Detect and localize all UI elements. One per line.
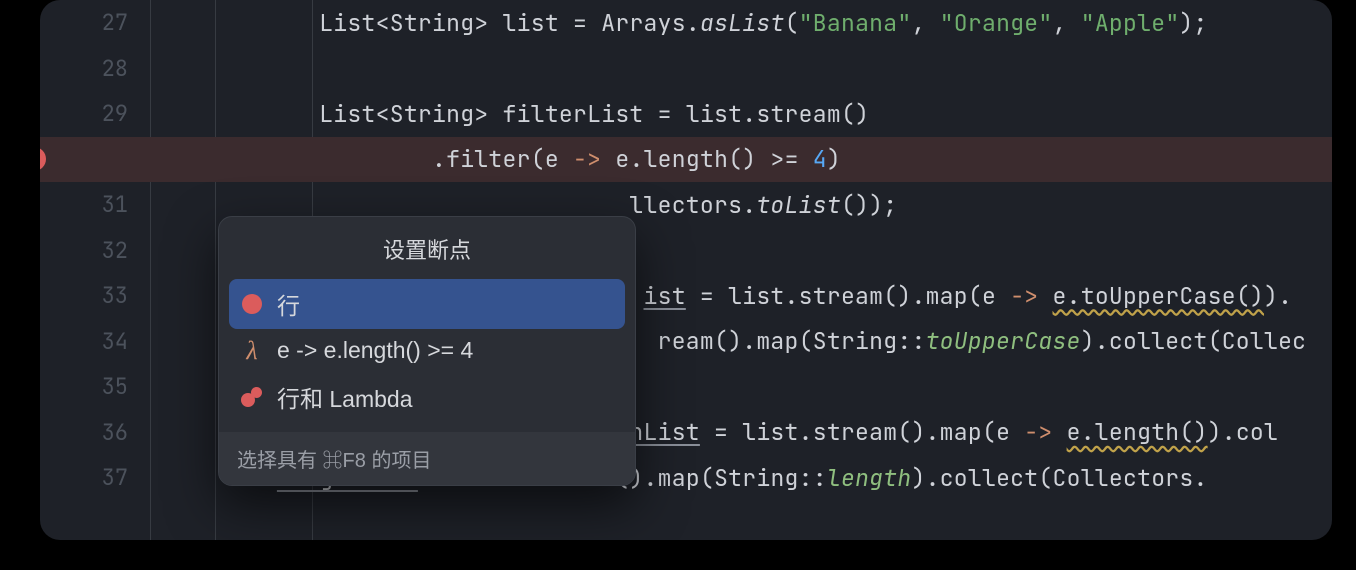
line-number[interactable]: 33 <box>40 281 150 310</box>
line-number[interactable]: 27 <box>40 8 150 37</box>
option-label: 行 <box>277 287 300 321</box>
code-line[interactable]: 29 List<String> filterList = list.stream… <box>40 91 1332 137</box>
breakpoint-option[interactable]: 行 <box>229 279 625 329</box>
code-line[interactable]: .filter(e -> e.length() >= 4) <box>40 137 1332 183</box>
breakpoint-option[interactable]: 行和 Lambda <box>229 372 625 422</box>
option-label: 行和 Lambda <box>277 380 413 414</box>
line-number[interactable]: 36 <box>40 418 150 447</box>
line-number[interactable]: 34 <box>40 327 150 356</box>
line-number[interactable]: 37 <box>40 463 150 492</box>
line-number[interactable]: 31 <box>40 190 150 219</box>
line-number[interactable]: 35 <box>40 372 150 401</box>
code-line[interactable]: 27 List<String> list = Arrays.asList("Ba… <box>40 0 1332 46</box>
popup-title: 设置断点 <box>219 217 635 279</box>
lambda-icon: λ <box>241 340 263 362</box>
code-line[interactable]: 28 <box>40 46 1332 92</box>
option-label: e -> e.length() >= 4 <box>277 337 473 364</box>
code-text[interactable]: .filter(e -> e.length() >= 4) <box>150 144 1332 174</box>
breakpoint-icon[interactable] <box>40 147 46 171</box>
code-text[interactable]: List<String> list = Arrays.asList("Banan… <box>150 8 1332 38</box>
line-and-lambda-icon <box>241 386 263 408</box>
line-number[interactable]: 28 <box>40 54 150 83</box>
breakpoint-option[interactable]: λ e -> e.length() >= 4 <box>229 329 625 372</box>
popup-hint: 选择具有 ⌘F8 的项目 <box>219 432 635 485</box>
breakpoint-popup: 设置断点 行λ e -> e.length() >= 4 行和 Lambda 选择具… <box>218 216 636 486</box>
popup-items: 行λ e -> e.length() >= 4 行和 Lambda <box>219 279 635 432</box>
line-number[interactable]: 29 <box>40 99 150 128</box>
code-text[interactable]: List<String> filterList = list.stream() <box>150 99 1332 129</box>
line-number[interactable]: 32 <box>40 236 150 265</box>
code-text[interactable] <box>150 53 1332 83</box>
line-breakpoint-icon <box>241 293 263 315</box>
editor-window: 27 List<String> list = Arrays.asList("Ba… <box>40 0 1332 540</box>
